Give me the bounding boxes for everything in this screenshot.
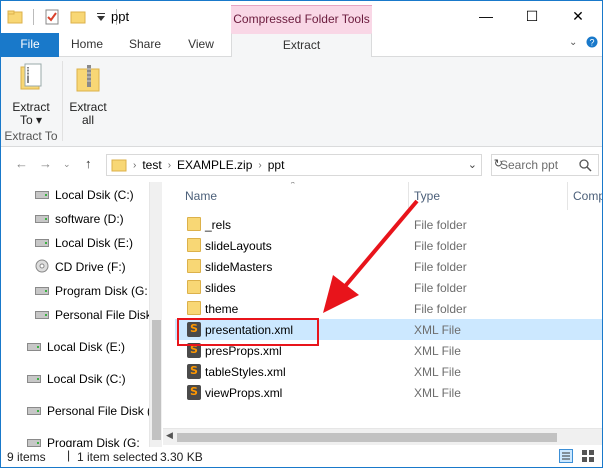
address-dropdown-icon[interactable]: ⌄ (468, 158, 477, 171)
customize-toolbar-icon[interactable] (96, 9, 106, 25)
selection-size: 3.30 KB (160, 450, 203, 464)
windows-drive-icon (27, 375, 41, 383)
folder-icon (187, 259, 201, 273)
folder-icon (111, 159, 127, 172)
column-header-compressed-size[interactable]: Comp (573, 182, 602, 210)
tab-file[interactable]: File (1, 33, 59, 57)
annotation-arrow (323, 199, 419, 313)
maximize-button[interactable]: ☐ (509, 1, 555, 31)
quick-access-toolbar (7, 7, 127, 27)
selection-count: 1 item selected (77, 450, 158, 464)
ribbon-tabs: File Home Share View Extract ⌄ ? (1, 33, 602, 58)
ribbon: Extract To ▾ Extract all Extract To (1, 57, 602, 147)
extract-to-label-2: To ▾ (19, 113, 43, 127)
sort-up-icon: ⌃ (289, 182, 297, 190)
folder-icon (7, 9, 23, 25)
nav-item[interactable]: Local Disk (E:) (35, 232, 133, 254)
nav-item[interactable]: CD Drive (F:) (35, 256, 126, 278)
cd-drive-icon (35, 259, 49, 276)
file-list-scrollbar[interactable]: ◀ (163, 428, 602, 445)
extract-all-label-2: all (81, 113, 94, 127)
column-separator[interactable] (567, 182, 568, 210)
breadcrumb-separator: › (133, 159, 137, 171)
highlight-box (177, 318, 319, 346)
sublime-file-icon (187, 385, 201, 400)
address-bar[interactable]: › test › EXAMPLE.zip › ppt ⌄ ↻ (106, 154, 503, 176)
title-bar: ppt Compressed Folder Tools — ☐ ✕ (1, 1, 602, 34)
scroll-left-icon[interactable]: ◀ (166, 430, 173, 441)
search-icon (579, 159, 592, 172)
details-view-icon[interactable] (559, 449, 573, 466)
nav-item[interactable]: Personal File Disk (35, 304, 152, 326)
new-folder-icon[interactable] (70, 9, 86, 25)
nav-item[interactable]: software (D:) (35, 208, 124, 230)
minimize-button[interactable]: — (463, 1, 509, 31)
properties-icon[interactable] (44, 9, 60, 25)
tab-extract[interactable]: Extract (231, 33, 372, 58)
extract-all-button[interactable]: Extract all (63, 61, 113, 127)
context-tab-title: Compressed Folder Tools (231, 5, 372, 34)
status-bar: 9 items | 1 item selected 3.30 KB (1, 447, 602, 467)
ribbon-group-label: Extract To (4, 129, 58, 143)
folder-icon (187, 238, 201, 252)
address-row: ← → ⌄ ↑ › test › EXAMPLE.zip › ppt ⌄ ↻ S… (1, 148, 602, 182)
navigation-pane: Local Dsik (C:) software (D:) Local Disk… (1, 182, 162, 449)
large-icons-view-icon[interactable] (581, 449, 595, 466)
window-title: ppt (111, 9, 130, 24)
extract-to-icon (15, 61, 47, 97)
breadcrumb-ppt[interactable]: ppt (268, 158, 285, 172)
help-icon[interactable]: ? (586, 36, 598, 51)
tab-view[interactable]: View (177, 33, 225, 57)
item-count: 9 items (7, 450, 46, 464)
breadcrumb-separator: › (258, 159, 262, 171)
search-input[interactable]: Search ppt (500, 158, 578, 172)
drive-icon (27, 407, 41, 415)
folder-icon (187, 280, 201, 294)
nav-item[interactable]: Local Disk (E:) (27, 336, 125, 358)
forward-arrow-icon[interactable]: → (39, 156, 52, 171)
svg-text:?: ? (589, 38, 594, 48)
drive-icon (27, 439, 41, 447)
nav-item[interactable]: Local Dsik (C:) (35, 184, 134, 206)
breadcrumb-zip[interactable]: EXAMPLE.zip (177, 158, 252, 172)
extract-all-icon (72, 61, 104, 97)
chevron-down-icon[interactable]: ⌄ (569, 37, 577, 48)
column-header-name[interactable]: Name (185, 182, 217, 210)
breadcrumb-separator: › (167, 159, 172, 171)
nav-item[interactable]: Local Dsik (C:) (27, 368, 126, 390)
windows-drive-icon (35, 191, 49, 199)
table-row[interactable]: viewProps.xml XML File (175, 382, 602, 403)
folder-icon (187, 217, 201, 231)
explorer-window: ppt Compressed Folder Tools — ☐ ✕ File H… (0, 0, 603, 468)
drive-icon (35, 287, 49, 295)
recent-locations-icon[interactable]: ⌄ (63, 159, 71, 170)
nav-item[interactable]: Personal File Disk (I (27, 400, 154, 422)
table-row[interactable]: tableStyles.xml XML File (175, 361, 602, 382)
nav-scrollbar[interactable] (149, 182, 162, 449)
sublime-file-icon (187, 364, 201, 379)
tab-share[interactable]: Share (121, 33, 169, 57)
nav-scrollbar-thumb[interactable] (152, 320, 161, 440)
back-arrow-icon[interactable]: ← (15, 156, 28, 171)
toolbar-separator (33, 9, 34, 25)
drive-icon (35, 239, 49, 247)
drive-icon (35, 215, 49, 223)
extract-to-button[interactable]: Extract To ▾ (6, 61, 56, 127)
search-box[interactable]: Search ppt (491, 154, 599, 176)
close-button[interactable]: ✕ (555, 1, 601, 31)
tab-home[interactable]: Home (63, 33, 111, 57)
file-list-scrollbar-thumb[interactable] (177, 433, 557, 442)
up-arrow-icon[interactable]: ↑ (85, 156, 92, 171)
drive-icon (35, 311, 49, 319)
nav-item[interactable]: Program Disk (G: (35, 280, 148, 302)
breadcrumb-test[interactable]: test (142, 158, 161, 172)
folder-icon (187, 301, 201, 315)
status-separator: | (67, 448, 71, 462)
drive-icon (27, 343, 41, 351)
